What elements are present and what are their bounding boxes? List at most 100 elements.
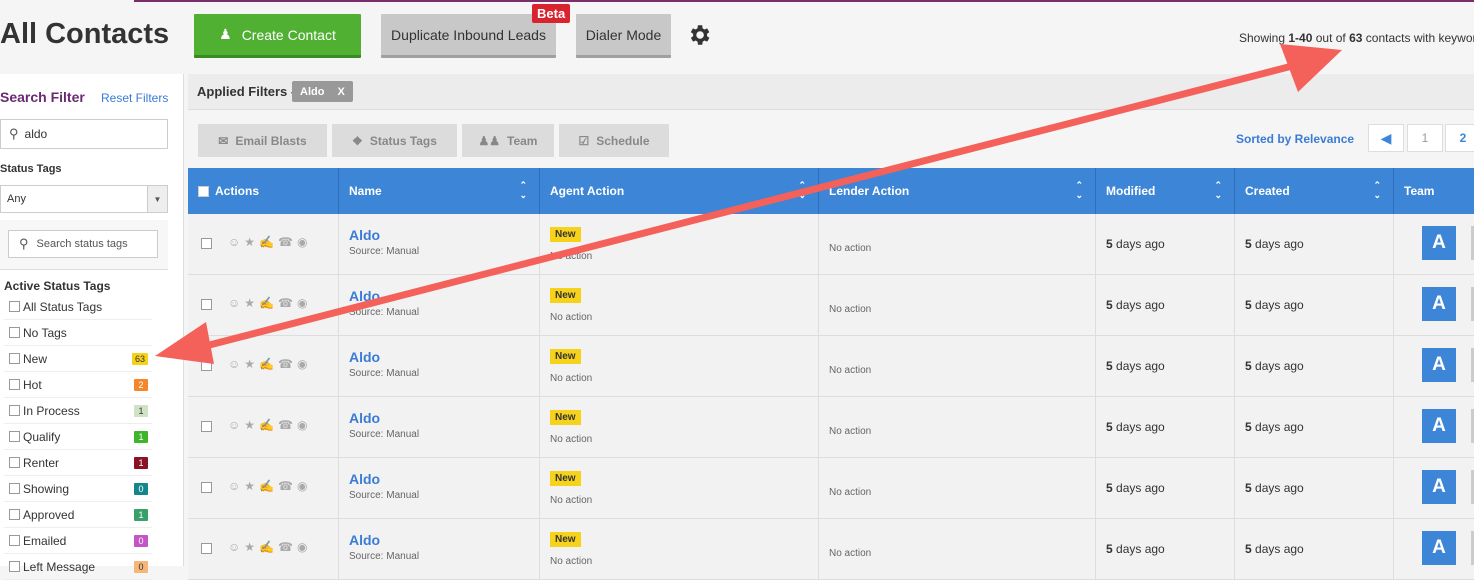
star-icon[interactable]: ★ — [244, 540, 259, 554]
smiley-icon[interactable]: ☺ — [228, 357, 244, 371]
avatar[interactable]: A — [1422, 226, 1456, 260]
status-tag-checkbox[interactable] — [9, 561, 20, 572]
sort-order-link[interactable]: Sorted by Relevance — [1236, 132, 1354, 146]
avatar[interactable]: A — [1422, 287, 1456, 321]
team-button[interactable]: ♟♟ Team — [462, 124, 554, 157]
smiley-icon[interactable]: ☺ — [228, 479, 244, 493]
row-checkbox[interactable] — [201, 421, 212, 432]
sort-icon[interactable]: ⌃ ⌄ — [519, 180, 527, 200]
smiley-icon[interactable]: ☺ — [228, 235, 244, 249]
mute-icon[interactable]: ✍ — [259, 418, 278, 432]
reset-filters-link[interactable]: Reset Filters — [101, 91, 168, 105]
status-tag-item[interactable]: New 63 — [4, 346, 152, 372]
avatar[interactable]: A — [1422, 470, 1456, 504]
status-tag-checkbox[interactable] — [9, 327, 20, 338]
duplicate-inbound-leads-button[interactable]: Duplicate Inbound Leads — [381, 14, 556, 58]
mute-icon[interactable]: ✍ — [259, 479, 278, 493]
header-agent-action[interactable]: Agent Action ⌃ ⌄ — [540, 168, 819, 214]
star-icon[interactable]: ★ — [244, 235, 259, 249]
page-2-button[interactable]: 2 — [1445, 124, 1474, 152]
star-icon[interactable]: ★ — [244, 479, 259, 493]
email-blasts-button[interactable]: ✉ Email Blasts — [198, 124, 327, 157]
eye-icon[interactable]: ◉ — [297, 357, 311, 371]
status-tag-checkbox[interactable] — [9, 405, 20, 416]
header-modified[interactable]: Modified ⌃ ⌄ — [1096, 168, 1235, 214]
row-checkbox[interactable] — [201, 482, 212, 493]
row-checkbox[interactable] — [201, 360, 212, 371]
sort-icon[interactable]: ⌃ ⌄ — [1214, 180, 1222, 200]
sort-icon[interactable]: ⌃ ⌄ — [798, 180, 806, 200]
mute-icon[interactable]: ✍ — [259, 357, 278, 371]
status-tag-checkbox[interactable] — [9, 431, 20, 442]
status-tag-item[interactable]: No Tags — [4, 320, 152, 346]
status-tag-checkbox[interactable] — [9, 483, 20, 494]
header-name[interactable]: Name ⌃ ⌄ — [339, 168, 540, 214]
status-tag-item[interactable]: Left Message 0 — [4, 554, 152, 580]
row-checkbox[interactable] — [201, 543, 212, 554]
eye-icon[interactable]: ◉ — [297, 296, 311, 310]
status-tag-item[interactable]: Showing 0 — [4, 476, 152, 502]
phone-icon[interactable]: ☎ — [278, 296, 297, 310]
eye-icon[interactable]: ◉ — [297, 235, 311, 249]
gear-icon[interactable] — [686, 22, 712, 48]
status-tag-item[interactable]: All Status Tags — [4, 294, 152, 320]
smiley-icon[interactable]: ☺ — [228, 296, 244, 310]
mute-icon[interactable]: ✍ — [259, 540, 278, 554]
status-tags-select[interactable]: Any ▼ — [0, 185, 168, 213]
dialer-mode-button[interactable]: Dialer Mode — [576, 14, 671, 58]
select-all-checkbox[interactable] — [198, 185, 209, 197]
status-tag-checkbox[interactable] — [9, 353, 20, 364]
eye-icon[interactable]: ◉ — [297, 540, 311, 554]
filter-chip[interactable]: Aldo X — [292, 81, 353, 102]
row-checkbox[interactable] — [201, 299, 212, 310]
status-tag-item[interactable]: In Process 1 — [4, 398, 152, 424]
phone-icon[interactable]: ☎ — [278, 235, 297, 249]
contact-name-link[interactable]: Aldo — [349, 410, 380, 426]
avatar[interactable]: A — [1422, 348, 1456, 382]
page-1-button[interactable]: 1 — [1407, 124, 1443, 152]
smiley-icon[interactable]: ☺ — [228, 418, 244, 432]
eye-icon[interactable]: ◉ — [297, 418, 311, 432]
avatar[interactable]: A — [1422, 409, 1456, 443]
status-tag-checkbox[interactable] — [9, 301, 20, 312]
phone-icon[interactable]: ☎ — [278, 540, 297, 554]
smiley-icon[interactable]: ☺ — [228, 540, 244, 554]
phone-icon[interactable]: ☎ — [278, 479, 297, 493]
status-tag-item[interactable]: Hot 2 — [4, 372, 152, 398]
star-icon[interactable]: ★ — [244, 296, 259, 310]
status-tag-item[interactable]: Renter 1 — [4, 450, 152, 476]
modified-date: 5 days ago — [1106, 359, 1165, 373]
keyword-search-input[interactable]: ⚲ aldo — [0, 119, 168, 149]
status-tag-checkbox[interactable] — [9, 535, 20, 546]
row-checkbox[interactable] — [201, 238, 212, 249]
status-tag-checkbox[interactable] — [9, 509, 20, 520]
phone-icon[interactable]: ☎ — [278, 418, 297, 432]
mute-icon[interactable]: ✍ — [259, 296, 278, 310]
header-created[interactable]: Created ⌃ ⌄ — [1235, 168, 1394, 214]
prev-page-button[interactable]: ◀ — [1368, 124, 1404, 152]
status-tag-item[interactable]: Emailed 0 — [4, 528, 152, 554]
close-icon[interactable]: X — [337, 86, 344, 98]
mute-icon[interactable]: ✍ — [259, 235, 278, 249]
status-tag-item[interactable]: Qualify 1 — [4, 424, 152, 450]
phone-icon[interactable]: ☎ — [278, 357, 297, 371]
eye-icon[interactable]: ◉ — [297, 479, 311, 493]
status-tag-checkbox[interactable] — [9, 379, 20, 390]
contact-name-link[interactable]: Aldo — [349, 532, 380, 548]
contact-name-link[interactable]: Aldo — [349, 349, 380, 365]
avatar[interactable]: A — [1422, 531, 1456, 565]
status-tag-item[interactable]: Approved 1 — [4, 502, 152, 528]
contact-name-link[interactable]: Aldo — [349, 288, 380, 304]
status-tags-button[interactable]: ❖ Status Tags — [332, 124, 457, 157]
schedule-button[interactable]: ☑ Schedule — [559, 124, 669, 157]
status-tag-search-input[interactable]: ⚲ Search status tags — [8, 230, 158, 258]
contact-name-link[interactable]: Aldo — [349, 227, 380, 243]
header-lender-action[interactable]: Lender Action ⌃ ⌄ — [819, 168, 1096, 214]
sort-icon[interactable]: ⌃ ⌄ — [1373, 180, 1381, 200]
create-contact-button[interactable]: ♟ Create Contact — [194, 14, 361, 58]
star-icon[interactable]: ★ — [244, 357, 259, 371]
status-tag-checkbox[interactable] — [9, 457, 20, 468]
star-icon[interactable]: ★ — [244, 418, 259, 432]
contact-name-link[interactable]: Aldo — [349, 471, 380, 487]
sort-icon[interactable]: ⌃ ⌄ — [1075, 180, 1083, 200]
